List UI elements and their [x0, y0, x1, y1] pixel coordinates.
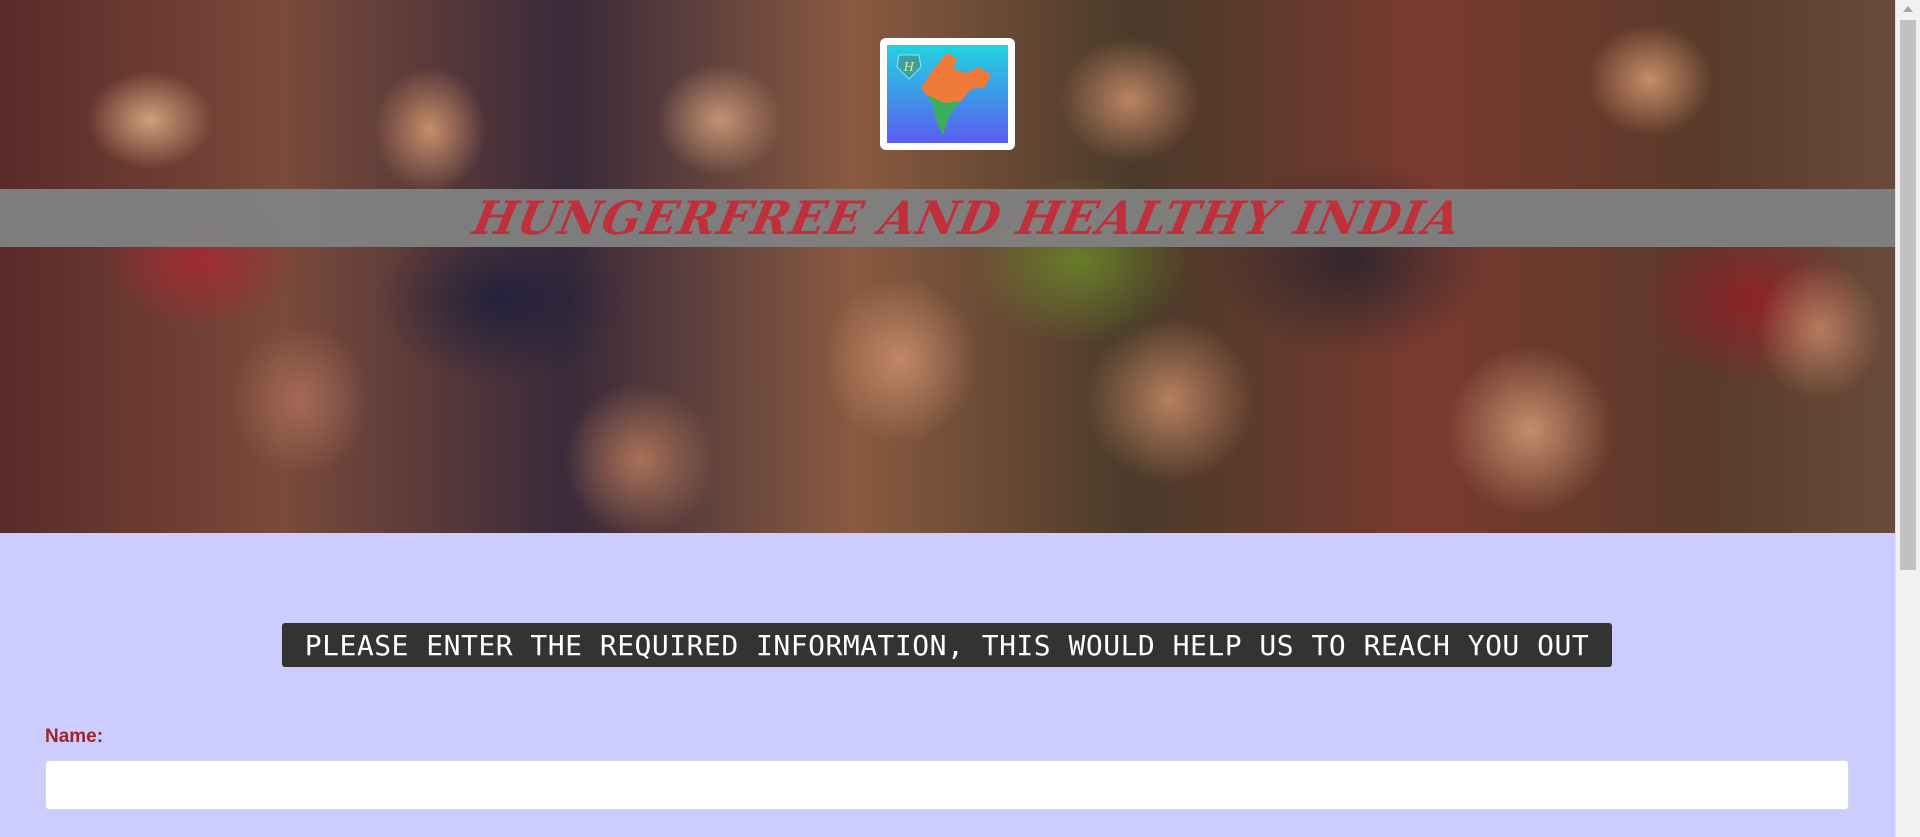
site-logo[interactable]: H — [880, 38, 1015, 150]
vertical-scrollbar[interactable] — [1895, 0, 1920, 837]
scroll-thumb[interactable] — [1900, 20, 1916, 570]
india-map-logo-icon: H — [887, 45, 1008, 143]
name-label: Name: — [45, 726, 104, 747]
hero-banner: HUNGERFREE AND HEALTHY INDIA H — [0, 0, 1895, 533]
site-title: HUNGERFREE AND HEALTHY INDIA — [468, 191, 1467, 245]
logo-letter: H — [903, 60, 915, 74]
info-notice: PLEASE ENTER THE REQUIRED INFORMATION, T… — [282, 623, 1612, 667]
name-input[interactable] — [45, 760, 1849, 810]
title-band: HUNGERFREE AND HEALTHY INDIA — [0, 189, 1895, 247]
page: HUNGERFREE AND HEALTHY INDIA H PLEASE EN… — [0, 0, 1920, 837]
scroll-up-arrow-icon[interactable] — [1903, 6, 1913, 12]
